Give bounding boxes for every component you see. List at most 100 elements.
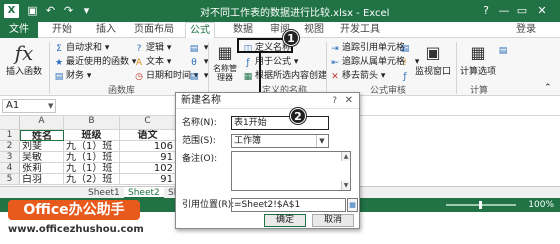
undo-icon[interactable]: ↶ [44, 4, 57, 17]
trace-dependents-button[interactable]: ⇤ 追踪从属单元格 [330, 56, 405, 68]
table-cell[interactable]: 102 [120, 163, 176, 174]
column-header[interactable]: C [120, 116, 176, 130]
ref-label: 引用位置(R): [182, 200, 235, 210]
table-cell[interactable]: 九（1）班 [64, 152, 120, 163]
table-cell[interactable]: 九（2）班 [64, 174, 120, 185]
calculation-options-button[interactable]: ▦ 计算选项 [460, 42, 496, 77]
zoom-level[interactable]: 100% [528, 198, 554, 212]
table-cell[interactable]: 吴敏 [20, 152, 64, 163]
tab-view[interactable]: 视图 [304, 22, 324, 38]
show-formulas-icon: ▤ [400, 44, 410, 54]
table-cell[interactable]: 张莉 [20, 163, 64, 174]
name-label: 名称(N): [182, 118, 217, 128]
table-cell-header[interactable]: 语文 [120, 130, 176, 141]
tab-formulas[interactable]: 公式 [185, 22, 215, 39]
row-header[interactable]: 2 [0, 141, 20, 152]
calculate-now-button[interactable]: ▤ [498, 44, 510, 56]
text-button[interactable]: A 文本 ▾ [134, 56, 172, 68]
row-header[interactable]: 5 [0, 174, 20, 185]
trace-precedents-button[interactable]: ⇥ 追踪引用单元格 [330, 42, 405, 54]
column-header[interactable]: A [20, 116, 64, 130]
formula-auditing-group-label: 公式审核 [370, 86, 407, 96]
name-manager-icon: ▦ [217, 43, 233, 62]
fx-icon: fx [14, 41, 34, 65]
brand-url: www.officezhushou.com [8, 224, 144, 235]
remove-arrows-button[interactable]: ✕ 移去箭头 ▾ [330, 70, 385, 82]
ribbon-separator [456, 42, 457, 94]
tab-developer[interactable]: 开发工具 [340, 22, 380, 38]
callout-2: 2 [290, 108, 306, 124]
show-formulas-button[interactable]: ▤ [400, 42, 412, 54]
table-cell[interactable]: 91 [120, 174, 176, 185]
customize-qat-icon[interactable]: ▾ [80, 4, 93, 17]
table-cell-header[interactable]: 姓名 [20, 130, 64, 141]
row-header[interactable]: 3 [0, 152, 20, 163]
save-icon[interactable]: ▣ [26, 4, 39, 17]
redo-icon[interactable]: ↷ [62, 4, 75, 17]
clock-book-icon: ◷ [135, 72, 143, 82]
insert-function-button[interactable]: fx 插入函数 [4, 42, 44, 77]
tab-data[interactable]: 数据 [233, 22, 253, 38]
excel-logo-icon: X [4, 4, 19, 18]
table-cell[interactable]: 91 [120, 152, 176, 163]
insert-function-label: 插入函数 [5, 67, 42, 77]
minimize-button[interactable]: — [496, 3, 512, 18]
zoom-slider-thumb[interactable] [479, 201, 482, 209]
recent-functions-button[interactable]: ★ 最近使用的函数 ▾ [54, 56, 136, 68]
ok-button[interactable]: 确定 [264, 214, 306, 227]
scope-value: 工作簿 [234, 136, 262, 146]
refers-to-field[interactable]: =Sheet2!$A$1 [231, 198, 346, 212]
ribbon-tabs: 文件 开始 插入 页面布局 公式 数据 审阅 视图 开发工具 登录 [0, 22, 560, 39]
table-cell-header[interactable]: 班级 [64, 130, 120, 141]
login-link[interactable]: 登录 [516, 22, 536, 38]
select-all-corner[interactable] [0, 116, 20, 130]
math-button[interactable]: θ ▾ [189, 56, 208, 68]
name-field[interactable]: 表1开始 [231, 116, 329, 130]
cancel-button[interactable]: 取消 [312, 214, 354, 227]
collapse-dialog-icon[interactable]: ▦ [347, 198, 358, 212]
trace-dependents-icon: ⇤ [331, 58, 339, 68]
name-manager-button[interactable]: ▦ 名称管理器 [211, 42, 239, 82]
table-cell[interactable]: 刘斐 [20, 141, 64, 152]
dialog-close-button[interactable]: ✕ [345, 93, 353, 109]
brand-logo: Office办公助手 [8, 200, 140, 220]
calculate-now-icon: ▤ [498, 46, 508, 56]
table-cell[interactable]: 九（1）班 [64, 141, 120, 152]
tab-page-layout[interactable]: 页面布局 [134, 22, 174, 38]
name-box-dropdown-icon[interactable]: ▼ [48, 99, 53, 113]
table-cell[interactable]: 九（1）班 [64, 163, 120, 174]
row-header[interactable]: 4 [0, 163, 20, 174]
table-cell[interactable]: 白羽 [20, 174, 64, 185]
financial-button[interactable]: ▤ 财务 ▾ [54, 70, 92, 82]
sigma-icon: Σ [56, 44, 62, 54]
help-button[interactable]: ? [478, 3, 494, 18]
theta-icon: θ [191, 58, 197, 68]
collapse-ribbon-icon[interactable]: ⌃ [544, 82, 552, 94]
worksheet-grid: A B C 1 姓名 班级 语文 2 刘斐 九（1）班 106 3 吴敏 九（1… [0, 116, 180, 186]
row-header[interactable]: 1 [0, 130, 20, 141]
title-bar: X ▣ ↶ ↷ ▾ 对不同工作表的数据进行比较.xlsx - Excel ? —… [0, 0, 560, 22]
tab-home[interactable]: 开始 [52, 22, 72, 38]
close-button[interactable]: ✕ [534, 3, 550, 18]
lookup-icon: ▤ [189, 44, 199, 54]
star-book-icon: ★ [54, 58, 64, 68]
restore-button[interactable]: ▭ [514, 3, 530, 18]
text-book-icon: A [135, 58, 143, 68]
scope-select[interactable]: 工作簿 ▼ [231, 134, 329, 148]
table-cell[interactable]: 106 [120, 141, 176, 152]
comment-textarea[interactable]: ▲ ▼ [231, 151, 351, 191]
column-header[interactable]: B [64, 116, 120, 130]
tab-file[interactable]: 文件 [0, 22, 38, 38]
error-checking-icon: ! [403, 58, 407, 68]
logical-button[interactable]: ? 逻辑 ▾ [134, 42, 172, 54]
more-functions-button[interactable]: ▤ ▾ [189, 70, 209, 82]
watch-window-button[interactable]: ▣ 监视窗口 [414, 42, 452, 77]
lookup-button[interactable]: ▤ ▾ [189, 42, 209, 54]
dialog-help-button[interactable]: ? [332, 93, 337, 109]
scroll-up-icon[interactable]: ▲ [341, 152, 350, 161]
chevron-down-icon[interactable]: ▼ [316, 135, 327, 147]
evaluate-formula-button[interactable]: ƒ [400, 70, 412, 82]
autosum-button[interactable]: Σ 自动求和 ▾ [54, 42, 109, 54]
tab-insert[interactable]: 插入 [96, 22, 116, 38]
scroll-down-icon[interactable]: ▼ [341, 181, 350, 190]
